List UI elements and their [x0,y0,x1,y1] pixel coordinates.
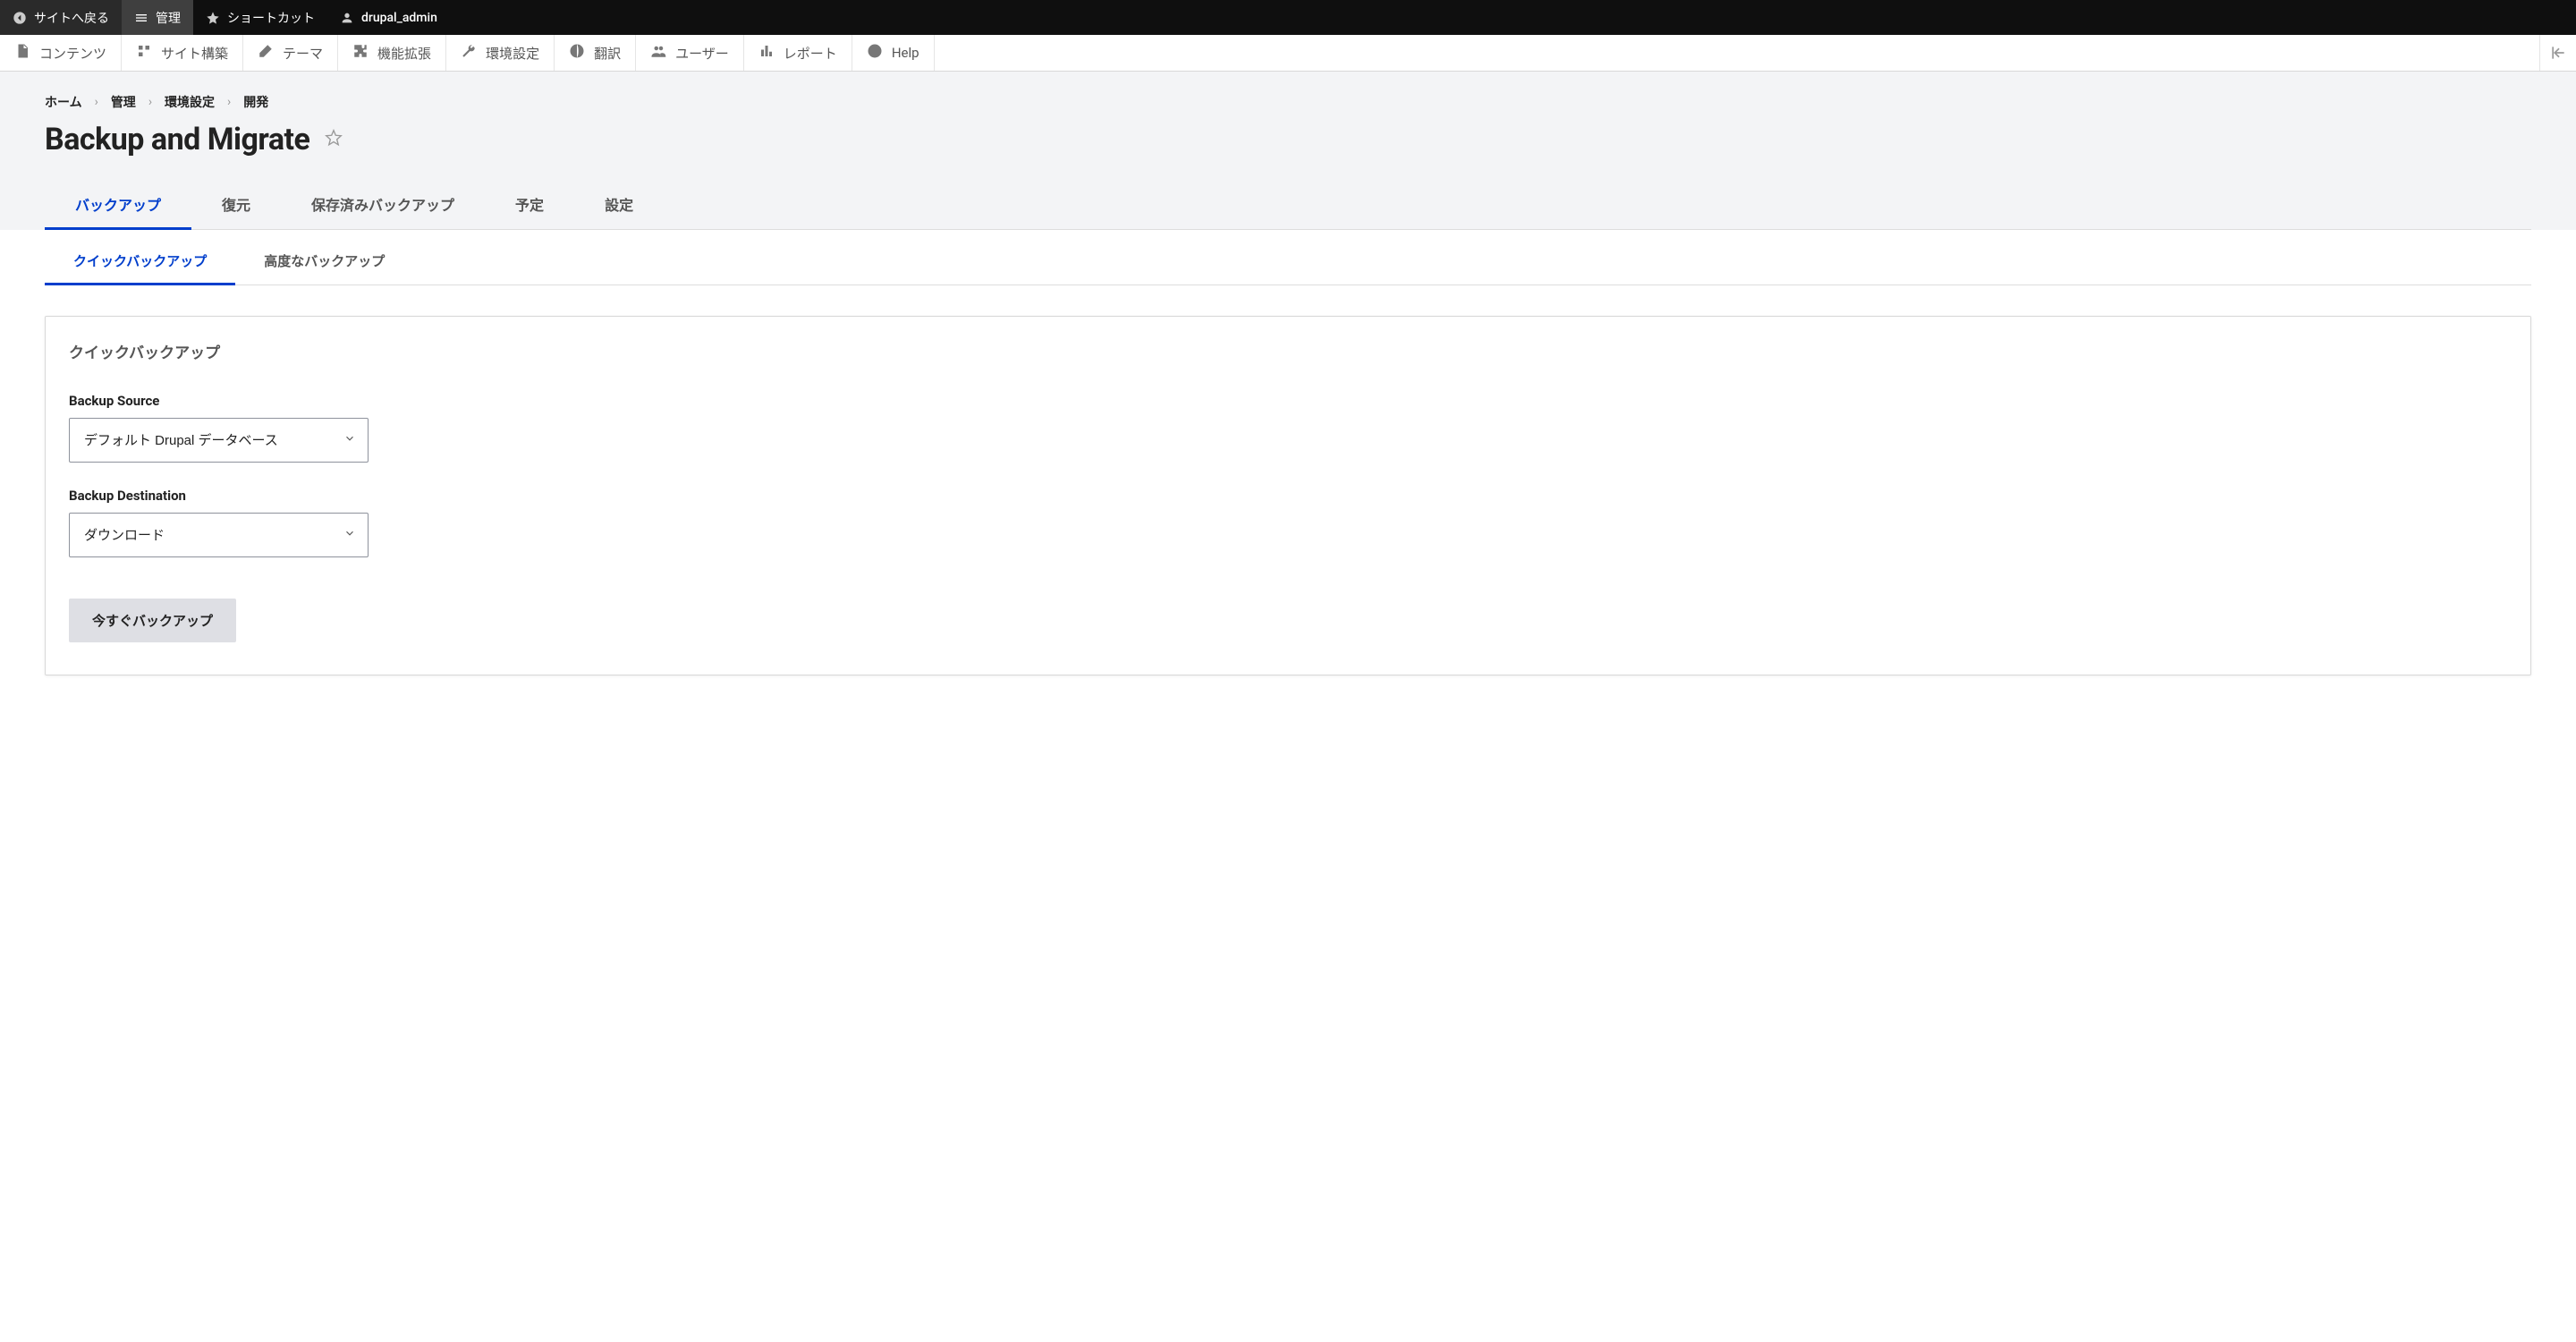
menu-reports-label: レポート [784,44,837,63]
primary-tabs: バックアップ 復元 保存済みバックアップ 予定 設定 [45,181,2531,230]
subtab-advanced[interactable]: 高度なバックアップ [235,239,413,285]
field-backup-destination: Backup Destination ダウンロード [69,488,2507,557]
menu-help[interactable]: Help [852,35,935,71]
panel-title: クイックバックアップ [69,340,2507,362]
user-icon [340,11,354,25]
star-outline-icon [324,128,343,148]
breadcrumb: ホーム › 管理 › 環境設定 › 開発 [45,93,2531,111]
menu-structure[interactable]: サイト構築 [122,35,243,71]
content-region: クイックバックアップ Backup Source デフォルト Drupal デー… [0,285,2576,729]
people-icon [650,43,666,63]
shortcuts-link[interactable]: ショートカット [193,0,327,35]
field-backup-source: Backup Source デフォルト Drupal データベース [69,393,2507,463]
menu-people[interactable]: ユーザー [636,35,744,71]
subtab-quick[interactable]: クイックバックアップ [45,239,235,285]
document-icon [14,43,30,63]
backup-now-button[interactable]: 今すぐバックアップ [69,599,236,642]
breadcrumb-home[interactable]: ホーム [45,93,82,111]
wrench-icon [461,43,477,63]
menu-reports[interactable]: レポート [744,35,852,71]
secondary-tabs-region: クイックバックアップ 高度なバックアップ [0,230,2576,285]
back-to-site-link[interactable]: サイトへ戻る [0,0,122,35]
structure-icon [136,43,152,63]
breadcrumb-config[interactable]: 環境設定 [165,93,215,111]
wand-icon [258,43,274,63]
back-icon [13,11,27,25]
page-title: Backup and Migrate [45,122,309,157]
breadcrumb-admin[interactable]: 管理 [111,93,136,111]
manage-toggle[interactable]: 管理 [122,0,193,35]
page-header-region: ホーム › 管理 › 環境設定 › 開発 Backup and Migrate … [0,72,2576,230]
admin-toolbar: サイトへ戻る 管理 ショートカット drupal_admin [0,0,2576,35]
manage-label: 管理 [156,9,181,27]
puzzle-icon [352,43,369,63]
username-label: drupal_admin [361,11,437,25]
add-shortcut-button[interactable] [324,128,343,151]
menu-structure-label: サイト構築 [161,44,228,63]
shortcuts-label: ショートカット [227,9,315,27]
secondary-tabs: クイックバックアップ 高度なバックアップ [45,239,2531,285]
tab-backup[interactable]: バックアップ [45,181,191,230]
menu-extend-label: 機能拡張 [377,44,431,63]
menu-content[interactable]: コンテンツ [0,35,122,71]
bar-chart-icon [758,43,775,63]
globe-icon [569,43,585,63]
user-menu[interactable]: drupal_admin [327,0,450,35]
tab-schedule[interactable]: 予定 [485,181,574,230]
collapse-icon [2549,44,2567,62]
backup-destination-label: Backup Destination [69,488,2507,504]
quick-backup-panel: クイックバックアップ Backup Source デフォルト Drupal デー… [45,316,2531,675]
menu-help-label: Help [892,45,919,61]
backup-source-select-wrap: デフォルト Drupal データベース [69,418,369,463]
admin-menu: コンテンツ サイト構築 テーマ 機能拡張 環境設定 翻訳 ユーザー [0,35,2576,72]
menu-configuration-label: 環境設定 [486,44,539,63]
menu-content-label: コンテンツ [39,44,106,63]
breadcrumb-separator: › [148,95,152,109]
tab-restore[interactable]: 復元 [191,181,281,230]
menu-appearance[interactable]: テーマ [243,35,338,71]
footer-gap [0,729,2576,756]
menu-translate[interactable]: 翻訳 [555,35,636,71]
menu-translate-label: 翻訳 [594,44,621,63]
backup-source-label: Backup Source [69,393,2507,409]
help-icon [867,43,883,63]
breadcrumb-separator: › [95,95,98,109]
hamburger-icon [134,11,148,25]
tab-settings[interactable]: 設定 [574,181,664,230]
star-icon [206,11,220,25]
backup-source-select[interactable]: デフォルト Drupal データベース [69,418,369,463]
page-title-wrap: Backup and Migrate [45,122,2531,157]
back-to-site-label: サイトへ戻る [34,9,109,27]
menu-people-label: ユーザー [675,44,729,63]
menu-spacer [935,35,2540,71]
tab-saved[interactable]: 保存済みバックアップ [281,181,485,230]
menu-configuration[interactable]: 環境設定 [446,35,555,71]
breadcrumb-separator: › [227,95,231,109]
menu-appearance-label: テーマ [283,44,323,63]
backup-destination-select[interactable]: ダウンロード [69,513,369,557]
breadcrumb-dev[interactable]: 開発 [243,93,268,111]
menu-extend[interactable]: 機能拡張 [338,35,446,71]
toolbar-orientation-toggle[interactable] [2540,35,2576,71]
backup-destination-select-wrap: ダウンロード [69,513,369,557]
